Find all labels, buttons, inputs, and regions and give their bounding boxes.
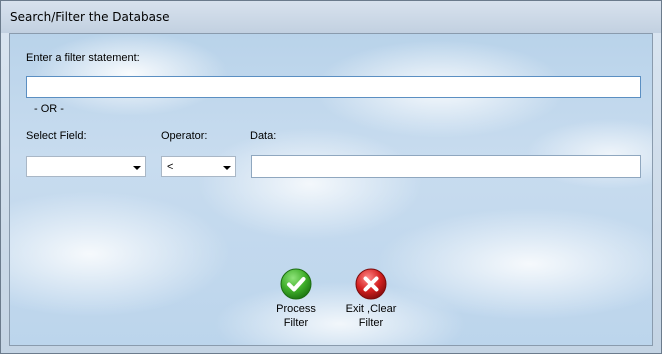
window-title: Search/Filter the Database bbox=[10, 10, 170, 24]
exit-clear-label-1: Exit ,Clear bbox=[345, 303, 397, 315]
exit-clear-label-2: Filter bbox=[358, 317, 384, 329]
process-filter-label-1: Process bbox=[276, 303, 316, 315]
title-bar[interactable]: Search/Filter the Database bbox=[1, 1, 661, 33]
filter-statement-input[interactable] bbox=[26, 76, 641, 98]
filter-dialog: Search/Filter the Database Enter a filte… bbox=[0, 0, 662, 354]
exit-clear-filter-button[interactable]: Exit ,Clear Filter bbox=[336, 268, 406, 330]
process-filter-label-2: Filter bbox=[283, 317, 309, 329]
operator-label: Operator: bbox=[161, 130, 208, 142]
field-select[interactable] bbox=[26, 156, 146, 177]
data-label: Data: bbox=[250, 130, 277, 142]
filter-statement-label: Enter a filter statement: bbox=[26, 52, 140, 64]
operator-select-value: < bbox=[167, 161, 174, 173]
or-label: - OR - bbox=[34, 103, 64, 115]
chevron-down-icon bbox=[223, 166, 231, 170]
data-input[interactable] bbox=[251, 155, 641, 178]
dialog-body: Enter a filter statement: - OR - Select … bbox=[9, 33, 653, 346]
process-filter-button[interactable]: Process Filter bbox=[261, 268, 331, 330]
operator-select[interactable]: < bbox=[161, 156, 236, 177]
chevron-down-icon bbox=[133, 166, 141, 170]
checkmark-icon bbox=[280, 268, 312, 300]
close-icon bbox=[355, 268, 387, 300]
select-field-label: Select Field: bbox=[26, 130, 87, 142]
